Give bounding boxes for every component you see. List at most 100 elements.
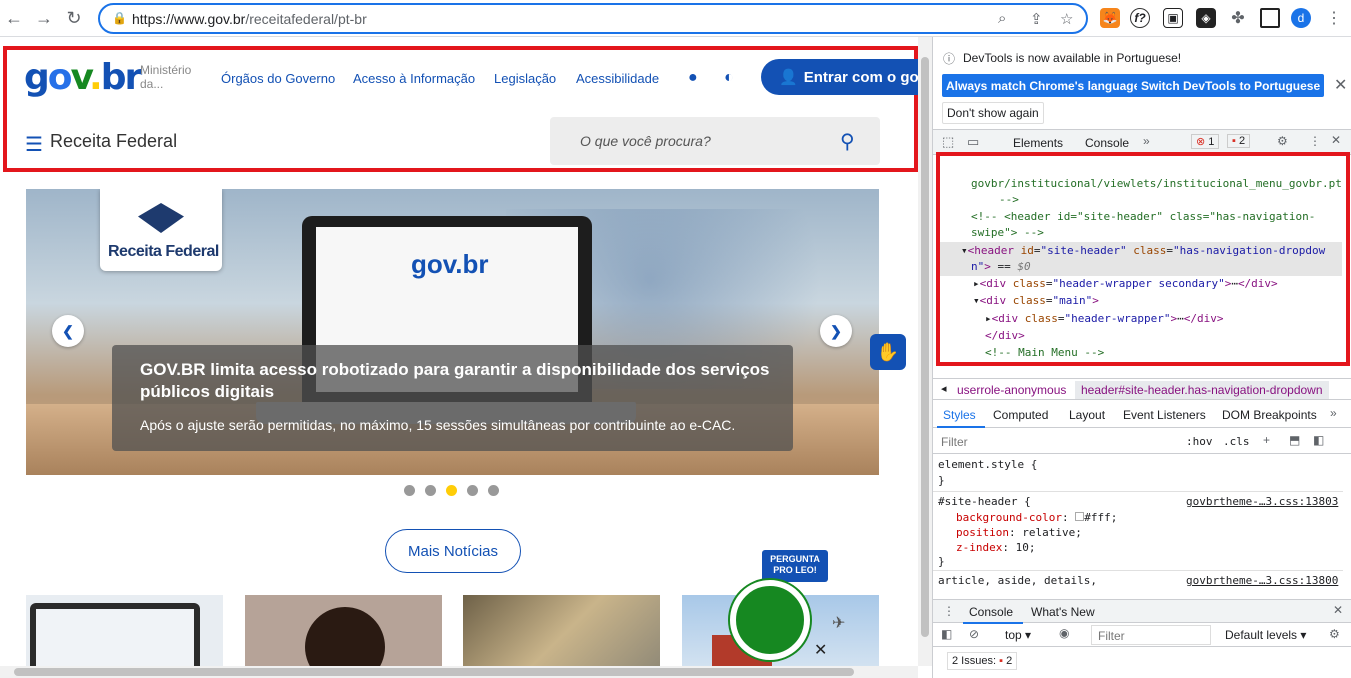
- breadcrumb-item[interactable]: userrole-anonymous: [957, 383, 1066, 397]
- css-source-link[interactable]: govbrtheme-…3.css:13800: [1186, 574, 1338, 587]
- address-bar[interactable]: 🔒 https://www.gov.br/receitafederal/pt-b…: [98, 3, 1088, 34]
- settings-gear-icon[interactable]: ⚙: [1277, 134, 1288, 148]
- back-icon[interactable]: ←: [2, 6, 26, 30]
- new-rule-icon[interactable]: +: [1263, 433, 1270, 447]
- site-header-rule[interactable]: #site-header {: [938, 495, 1031, 508]
- leo-bear-icon[interactable]: [730, 580, 810, 660]
- carousel-dot-active[interactable]: [446, 485, 457, 496]
- side-panel-icon[interactable]: [1260, 8, 1280, 28]
- tab-event-listeners[interactable]: Event Listeners: [1123, 408, 1206, 422]
- search-icon[interactable]: ⚲: [840, 129, 855, 154]
- console-filter-input[interactable]: Filter: [1091, 625, 1211, 645]
- cls-toggle[interactable]: .cls: [1223, 435, 1250, 448]
- nav-acessibilidade[interactable]: Acessibilidade: [576, 71, 659, 86]
- carousel-dot[interactable]: [404, 485, 415, 496]
- context-select[interactable]: top ▾: [1005, 628, 1031, 642]
- reload-icon[interactable]: ↻: [62, 6, 86, 30]
- error-count[interactable]: ⊗ 1: [1191, 134, 1220, 149]
- breadcrumb-left-icon[interactable]: ◂: [941, 382, 947, 395]
- vlibras-sign-language-icon[interactable]: ✋: [870, 334, 906, 370]
- star-icon[interactable]: ☆: [1060, 10, 1073, 28]
- dom-line[interactable]: swipe"> -->: [971, 226, 1044, 239]
- tab-elements[interactable]: Elements: [1013, 136, 1063, 150]
- dom-line[interactable]: </div>: [985, 329, 1025, 342]
- dom-line-selected[interactable]: ▾<header id="site-header" class="has-nav…: [961, 244, 1325, 257]
- scrollbar-thumb[interactable]: [14, 668, 854, 676]
- tab-layout[interactable]: Layout: [1069, 408, 1105, 422]
- paint-icon[interactable]: ⬒: [1289, 433, 1300, 447]
- share-icon[interactable]: ⇪: [1030, 10, 1043, 28]
- tab-console[interactable]: Console: [1085, 136, 1129, 150]
- image-icon[interactable]: ▣: [1163, 8, 1183, 28]
- dont-show-again-button[interactable]: Don't show again: [942, 102, 1044, 124]
- nav-legislacao[interactable]: Legislação: [494, 71, 556, 86]
- css-declaration[interactable]: position: relative;: [956, 526, 1082, 539]
- tab-computed[interactable]: Computed: [993, 408, 1048, 422]
- eye-icon[interactable]: ◉: [1059, 626, 1069, 640]
- cookie-icon[interactable]: ●: [688, 69, 698, 87]
- dom-line-selected-2[interactable]: n"> == $0: [971, 260, 1031, 273]
- console-settings-icon[interactable]: ⚙: [1329, 627, 1340, 641]
- carousel-dot[interactable]: [425, 485, 436, 496]
- vertical-scrollbar[interactable]: [918, 37, 932, 666]
- inspect-element-icon[interactable]: ⬚: [942, 134, 954, 150]
- dom-line[interactable]: ▸<div class="header-wrapper">⋯</div>: [985, 312, 1223, 325]
- kebab-menu-icon[interactable]: ⋮: [1324, 8, 1344, 28]
- hov-toggle[interactable]: :hov: [1186, 435, 1213, 448]
- close-devtools-icon[interactable]: ✕: [1331, 133, 1341, 147]
- styles-filter-input[interactable]: Filter: [941, 435, 968, 449]
- log-levels-select[interactable]: Default levels ▾: [1225, 628, 1306, 642]
- hamburger-menu-icon[interactable]: ☰: [25, 132, 43, 157]
- tab-styles[interactable]: Styles: [943, 408, 976, 422]
- warning-count[interactable]: ▪ 2: [1227, 134, 1251, 148]
- clear-console-icon[interactable]: ⊘: [969, 627, 979, 641]
- scrollbar-thumb[interactable]: [921, 57, 929, 637]
- contrast-icon[interactable]: ◐: [724, 69, 734, 87]
- dom-line[interactable]: <!-- Main Menu -->: [985, 346, 1104, 359]
- dom-line[interactable]: govbr/institucional/viewlets/institucion…: [971, 177, 1342, 190]
- govbr-logo[interactable]: gov.br: [24, 57, 142, 98]
- formula-icon[interactable]: f?: [1130, 8, 1150, 28]
- puzzle-icon[interactable]: ✤: [1228, 8, 1248, 28]
- forward-icon[interactable]: →: [32, 6, 56, 30]
- drawer-tab-whats-new[interactable]: What's New: [1031, 605, 1095, 619]
- close-drawer-icon[interactable]: ✕: [1333, 603, 1343, 617]
- close-icon[interactable]: ✕: [814, 640, 827, 660]
- breadcrumb-item-active[interactable]: header#site-header.has-navigation-dropdo…: [1075, 381, 1329, 399]
- zoom-icon[interactable]: ⌕: [998, 10, 1006, 27]
- switch-to-portuguese-button[interactable]: Switch DevTools to Portuguese: [1137, 74, 1325, 97]
- extension-dark-icon[interactable]: ◈: [1196, 8, 1216, 28]
- search-input[interactable]: O que você procura? ⚲: [550, 117, 880, 165]
- carousel-dot[interactable]: [467, 485, 478, 496]
- drawer-tab-console[interactable]: Console: [969, 605, 1013, 619]
- nav-orgaos[interactable]: Órgãos do Governo: [221, 71, 335, 86]
- horizontal-scrollbar[interactable]: [0, 666, 918, 678]
- login-button[interactable]: 👤Entrar com o gov.br: [761, 59, 921, 95]
- sidebar-toggle-icon[interactable]: ◧: [1313, 433, 1324, 447]
- issues-button[interactable]: 2 Issues: ▪ 2: [947, 652, 1018, 670]
- carousel-dot[interactable]: [488, 485, 499, 496]
- dom-line[interactable]: <!-- <header id="site-header" class="has…: [971, 210, 1315, 223]
- devtools-menu-icon[interactable]: ⋮: [1309, 134, 1321, 148]
- carousel-next-button[interactable]: ❯: [820, 315, 852, 347]
- console-sidebar-icon[interactable]: ◧: [941, 627, 952, 641]
- tab-dom-breakpoints[interactable]: DOM Breakpoints: [1222, 408, 1317, 422]
- slide-caption[interactable]: GOV.BR limita acesso robotizado para gar…: [112, 345, 793, 451]
- css-declaration[interactable]: z-index: 10;: [956, 541, 1035, 554]
- always-match-language-button[interactable]: Always match Chrome's language: [942, 74, 1145, 97]
- more-tabs-icon[interactable]: »: [1143, 134, 1150, 148]
- css-declaration[interactable]: background-color: #fff;: [956, 511, 1117, 524]
- more-tabs-icon[interactable]: »: [1330, 406, 1337, 420]
- dom-line[interactable]: -->: [999, 193, 1019, 206]
- metamask-icon[interactable]: 🦊: [1100, 8, 1120, 28]
- close-banner-icon[interactable]: ✕: [1334, 75, 1347, 95]
- slide-headline[interactable]: GOV.BR limita acesso robotizado para gar…: [140, 359, 780, 403]
- more-news-button[interactable]: Mais Notícias: [385, 529, 521, 573]
- carousel-prev-button[interactable]: ❮: [52, 315, 84, 347]
- pergunta-pro-leo-widget[interactable]: PERGUNTA PRO LEO! ✕: [726, 550, 834, 678]
- css-source-link[interactable]: govbrtheme-…3.css:13803: [1186, 495, 1338, 508]
- element-style-rule[interactable]: element.style {: [938, 458, 1037, 471]
- dom-line[interactable]: ▸<div class="header-wrapper secondary">⋯…: [973, 277, 1278, 290]
- device-toolbar-icon[interactable]: ▭: [967, 134, 979, 150]
- css-selector[interactable]: article, aside, details,: [938, 574, 1097, 587]
